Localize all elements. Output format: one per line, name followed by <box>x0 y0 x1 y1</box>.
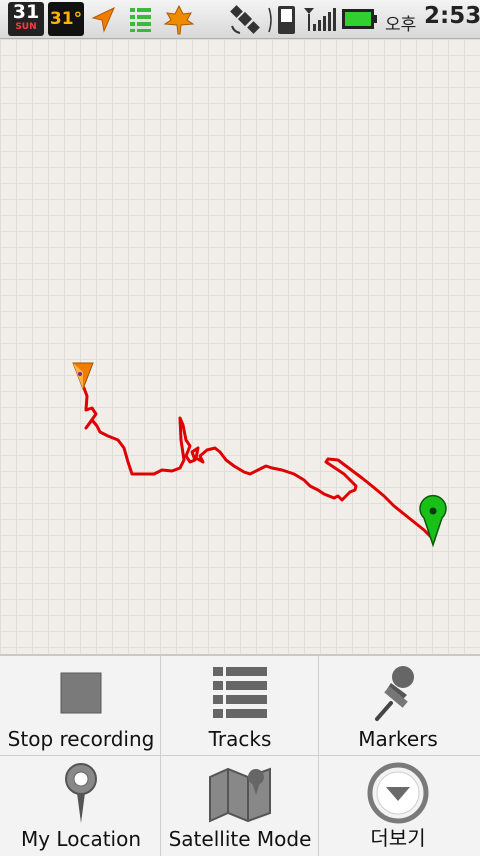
map-view[interactable] <box>0 39 480 654</box>
list-icon <box>128 4 154 38</box>
status-bar: 31 SUN 31° 오후 2:53 <box>0 0 480 39</box>
phone-icon <box>266 4 300 40</box>
options-menu: Stop recording Tracks Markers My Locatio… <box>0 654 480 856</box>
clock-time: 2:53 <box>424 3 480 29</box>
recorded-track <box>82 386 436 542</box>
markers-button[interactable]: Markers <box>319 656 477 755</box>
map-canvas <box>72 362 447 548</box>
satellite-mode-button[interactable]: Satellite Mode <box>161 756 319 855</box>
stop-icon <box>59 671 103 719</box>
navigation-arrow-icon <box>90 4 116 38</box>
tracks-label: Tracks <box>208 727 272 751</box>
calendar-weekday: SUN <box>15 22 37 32</box>
current-position-icon <box>72 362 94 391</box>
map-icon <box>208 763 272 827</box>
my-location-button[interactable]: My Location <box>2 756 160 855</box>
weather-icon: 31° <box>48 2 84 36</box>
my-location-label: My Location <box>20 827 142 851</box>
more-button[interactable]: 더보기 <box>319 756 477 855</box>
gps-satellite-icon <box>228 4 264 40</box>
more-icon <box>367 762 429 828</box>
calendar-icon: 31 SUN <box>8 2 44 36</box>
clock-ampm: 오후 <box>385 15 417 35</box>
satellite-mode-label: Satellite Mode <box>168 827 312 851</box>
calendar-day: 31 <box>12 1 40 23</box>
temperature: 31° <box>49 9 83 29</box>
signal-icon <box>303 4 339 38</box>
pushpin-icon <box>373 663 423 727</box>
stop-recording-label: Stop recording <box>7 727 155 751</box>
list-icon <box>211 664 269 726</box>
location-pin-icon <box>63 761 99 829</box>
battery-icon <box>341 7 379 35</box>
more-label: 더보기 <box>370 826 426 850</box>
tracks-button[interactable]: Tracks <box>161 656 319 755</box>
markers-label: Markers <box>358 727 438 751</box>
stop-recording-button[interactable]: Stop recording <box>2 656 160 755</box>
start-marker-icon <box>419 494 447 548</box>
maple-leaf-icon <box>163 4 195 40</box>
